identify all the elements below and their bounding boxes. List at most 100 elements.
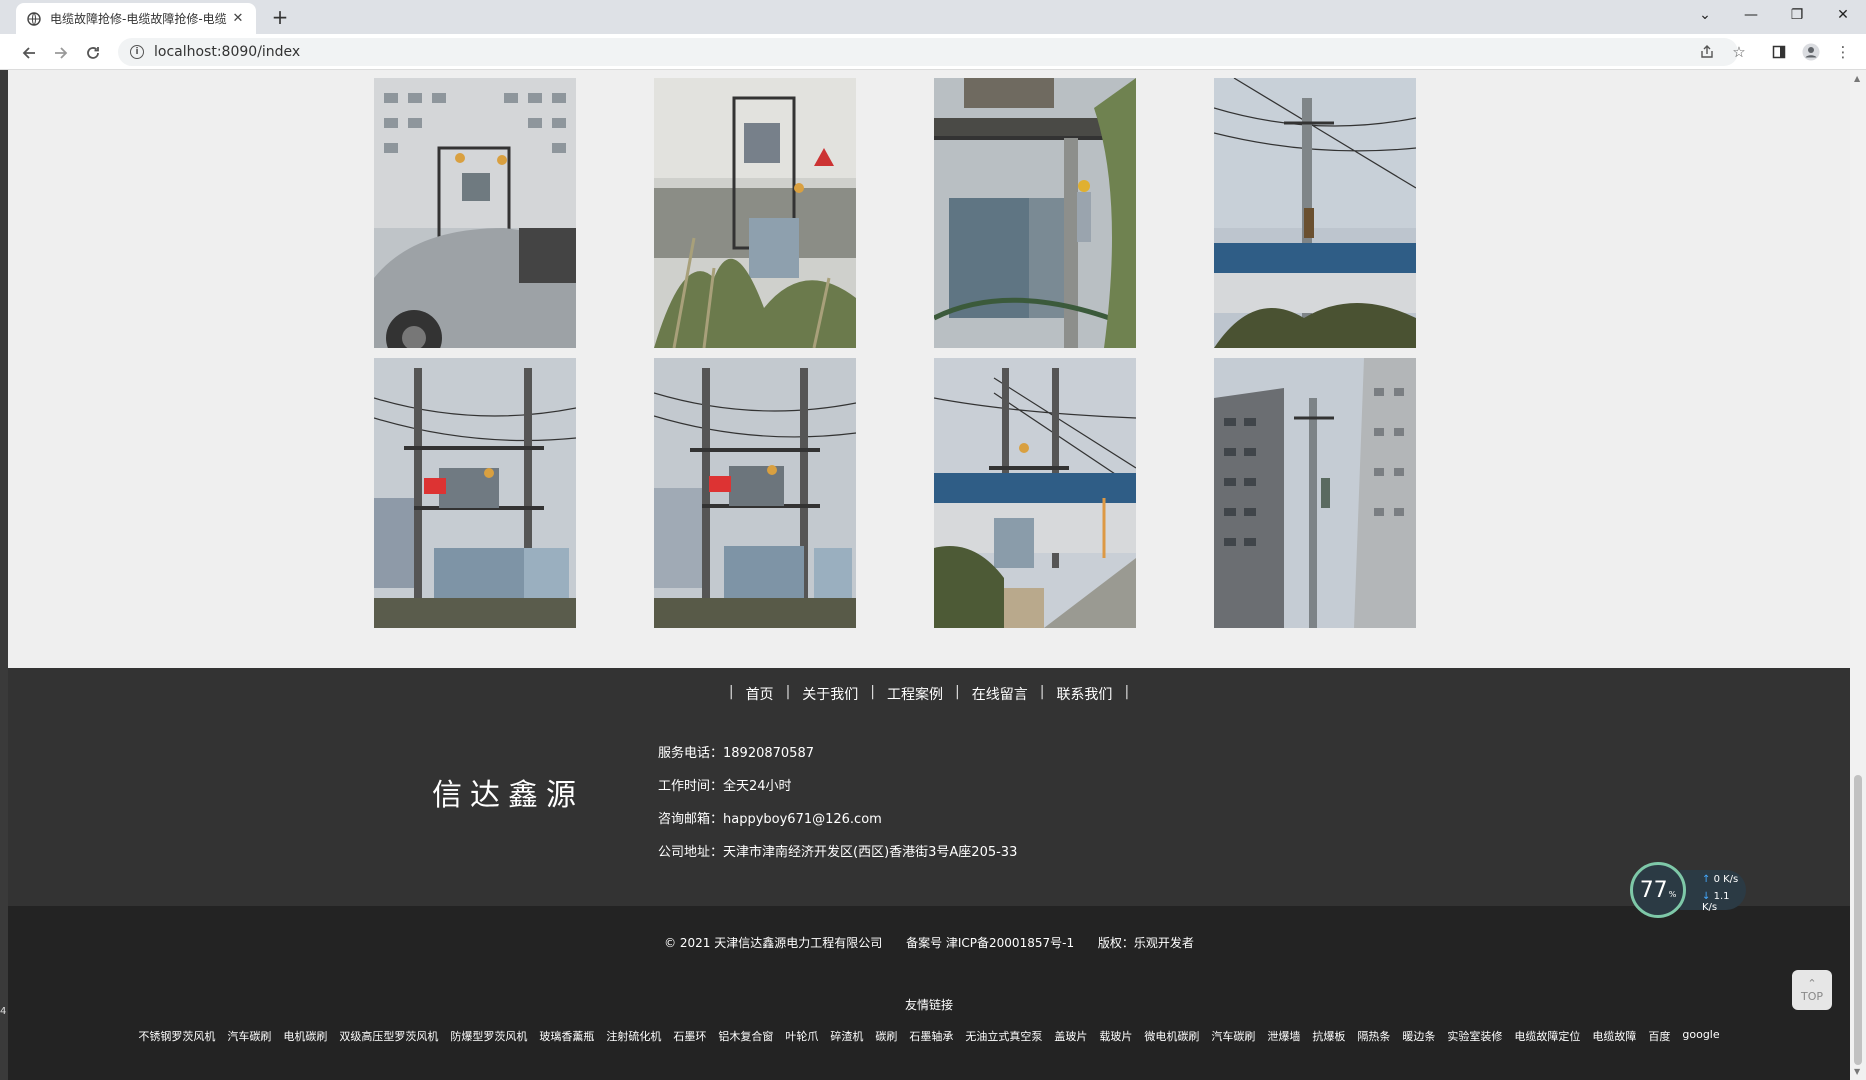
browser-tab-active[interactable]: 电缆故障抢修-电缆故障抢修-电缆 ✕	[16, 3, 256, 34]
page-viewport: | 首页 | 关于我们 | 工程案例 | 在线留言 | 联系我们 | 信达鑫源 …	[8, 70, 1850, 1080]
friend-link[interactable]: 汽车碳刷	[1211, 1028, 1255, 1044]
friend-links-title: 友情链接	[904, 998, 953, 1012]
friend-link[interactable]: 石墨轴承	[909, 1028, 953, 1044]
footer-nav: | 首页 | 关于我们 | 工程案例 | 在线留言 | 联系我们 |	[8, 684, 1850, 704]
friend-link[interactable]: 铝木复合窗	[718, 1028, 773, 1044]
back-icon[interactable]	[16, 40, 42, 66]
nav-separator: |	[955, 684, 960, 700]
network-speed-widget[interactable]: ↑ 0 K/s ↓ 1.1 K/s 77%	[1630, 862, 1750, 922]
gallery-photo-1[interactable]	[374, 78, 576, 348]
top-label: TOP	[1800, 990, 1823, 1003]
contact-phone: 服务电话：18920870587	[658, 746, 814, 761]
nav-separator: |	[785, 684, 791, 700]
gallery-photo-3[interactable]	[934, 78, 1136, 348]
globe-icon	[26, 11, 42, 27]
tab-search-icon[interactable]: ⌄	[1682, 0, 1728, 30]
friend-link[interactable]: 泄爆墙	[1267, 1028, 1300, 1044]
gallery-photo-2[interactable]	[654, 78, 856, 348]
friend-link[interactable]: 石墨环	[673, 1028, 706, 1044]
contact-hours: 工作时间：全天24小时	[658, 779, 792, 794]
nav-separator: |	[728, 684, 734, 700]
friend-links: 不锈钢罗茨风机 汽车碳刷 电机碳刷 双级高压型罗茨风机 防爆型罗茨风机 玻璃香薰…	[8, 1028, 1850, 1044]
minimize-button[interactable]: —	[1728, 0, 1774, 30]
friend-link[interactable]: 微电机碳刷	[1144, 1028, 1199, 1044]
footer-legal: © 2021 天津信达鑫源电力工程有限公司 备案号 津ICP备20001857号…	[8, 906, 1850, 1080]
friend-link[interactable]: 叶轮爪	[785, 1028, 818, 1044]
copyright-line: © 2021 天津信达鑫源电力工程有限公司 备案号 津ICP备20001857号…	[8, 934, 1850, 951]
speed-panel: ↑ 0 K/s ↓ 1.1 K/s	[1680, 870, 1746, 913]
scroll-up-arrow-icon[interactable]: ▲	[1854, 74, 1860, 83]
gallery-photo-5[interactable]	[374, 358, 576, 628]
reload-icon[interactable]	[80, 40, 106, 66]
friend-link[interactable]: 抗爆板	[1312, 1028, 1345, 1044]
forward-icon[interactable]	[48, 40, 74, 66]
footer-nav-message[interactable]: 在线留言	[966, 684, 1034, 704]
friend-link[interactable]: 百度	[1648, 1028, 1670, 1044]
memory-percent: 77	[1639, 877, 1668, 903]
rights-text: 版权：乐观开发者	[1097, 936, 1194, 950]
browser-toolbar: i localhost:8090/index ☆ ⋮	[0, 34, 1866, 70]
friend-link[interactable]: 电缆故障	[1592, 1028, 1636, 1044]
download-arrow-icon: ↓	[1702, 891, 1711, 902]
friend-link[interactable]: 玻璃香薰瓶	[539, 1028, 594, 1044]
scroll-down-arrow-icon[interactable]: ▼	[1854, 1067, 1860, 1076]
contact-info: 服务电话：18920870587 工作时间：全天24小时 咨询邮箱：happyb…	[658, 746, 1017, 878]
gallery-photo-4[interactable]	[1214, 78, 1416, 348]
footer-nav-cases[interactable]: 工程案例	[881, 684, 949, 704]
page-scrollbar[interactable]: ▲ ▼	[1850, 70, 1866, 1080]
share-icon[interactable]	[1696, 41, 1718, 63]
gallery-photo-6[interactable]	[654, 358, 856, 628]
back-to-top-button[interactable]: ⌃ TOP	[1792, 970, 1832, 1010]
memory-usage-gauge[interactable]: 77%	[1630, 862, 1686, 918]
nav-separator: |	[1124, 684, 1130, 700]
menu-kebab-icon[interactable]: ⋮	[1832, 41, 1854, 63]
friend-link[interactable]: 碳刷	[875, 1028, 897, 1044]
friend-link[interactable]: google	[1682, 1028, 1719, 1044]
restore-button[interactable]: ❐	[1774, 0, 1820, 30]
friend-link[interactable]: 载玻片	[1099, 1028, 1132, 1044]
address-bar[interactable]: i localhost:8090/index	[118, 38, 1738, 66]
side-panel-icon[interactable]	[1768, 41, 1790, 63]
friend-link[interactable]: 盖玻片	[1054, 1028, 1087, 1044]
friend-link[interactable]: 双级高压型罗茨风机	[339, 1028, 438, 1044]
contact-address: 公司地址：天津市津南经济开发区(西区)香港街3号A座205-33	[658, 845, 1018, 860]
icp-number[interactable]: 备案号 津ICP备20001857号-1	[906, 936, 1074, 950]
friend-link[interactable]: 防爆型罗茨风机	[450, 1028, 527, 1044]
window-close-button[interactable]: ✕	[1820, 0, 1866, 30]
footer-nav-home[interactable]: 首页	[740, 684, 780, 704]
friend-link[interactable]: 电机碳刷	[283, 1028, 327, 1044]
footer-nav-about[interactable]: 关于我们	[796, 684, 864, 704]
site-info-icon[interactable]: i	[130, 45, 144, 59]
edge-glyph: 4	[0, 1006, 7, 1017]
friend-link[interactable]: 无油立式真空泵	[965, 1028, 1042, 1044]
contact-email: 咨询邮箱：happyboy671@126.com	[658, 812, 882, 827]
bookmark-star-icon[interactable]: ☆	[1728, 41, 1750, 63]
new-tab-button[interactable]: +	[268, 5, 292, 29]
tab-title: 电缆故障抢修-电缆故障抢修-电缆	[50, 12, 227, 26]
friend-link[interactable]: 隔热条	[1357, 1028, 1390, 1044]
upload-arrow-icon: ↑	[1702, 874, 1711, 885]
copyright-text: © 2021 天津信达鑫源电力工程有限公司	[664, 936, 883, 950]
footer-info: | 首页 | 关于我们 | 工程案例 | 在线留言 | 联系我们 | 信达鑫源 …	[8, 668, 1850, 906]
friend-link[interactable]: 注射硫化机	[606, 1028, 661, 1044]
url-text: localhost:8090/index	[154, 44, 301, 60]
gallery-photo-7[interactable]	[934, 358, 1136, 628]
upload-speed: 0 K/s	[1713, 874, 1739, 885]
footer-nav-contact[interactable]: 联系我们	[1050, 684, 1118, 704]
scroll-thumb[interactable]	[1854, 775, 1862, 1065]
case-gallery	[374, 78, 1434, 628]
nav-separator: |	[870, 684, 875, 700]
friend-link[interactable]: 电缆故障定位	[1514, 1028, 1580, 1044]
friend-link[interactable]: 不锈钢罗茨风机	[138, 1028, 215, 1044]
nav-separator: |	[1039, 684, 1045, 700]
friend-link[interactable]: 暖边条	[1402, 1028, 1435, 1044]
tab-strip: 电缆故障抢修-电缆故障抢修-电缆 ✕ + ⌄ — ❐ ✕	[0, 0, 1866, 34]
friend-link[interactable]: 实验室装修	[1447, 1028, 1502, 1044]
gallery-photo-8[interactable]	[1214, 358, 1416, 628]
friend-link[interactable]: 汽车碳刷	[227, 1028, 271, 1044]
chevron-up-icon: ⌃	[1807, 977, 1817, 990]
friend-link[interactable]: 碎渣机	[830, 1028, 863, 1044]
percent-sign: %	[1668, 889, 1677, 899]
profile-icon[interactable]	[1800, 41, 1822, 63]
tab-close-icon[interactable]: ✕	[230, 11, 246, 26]
